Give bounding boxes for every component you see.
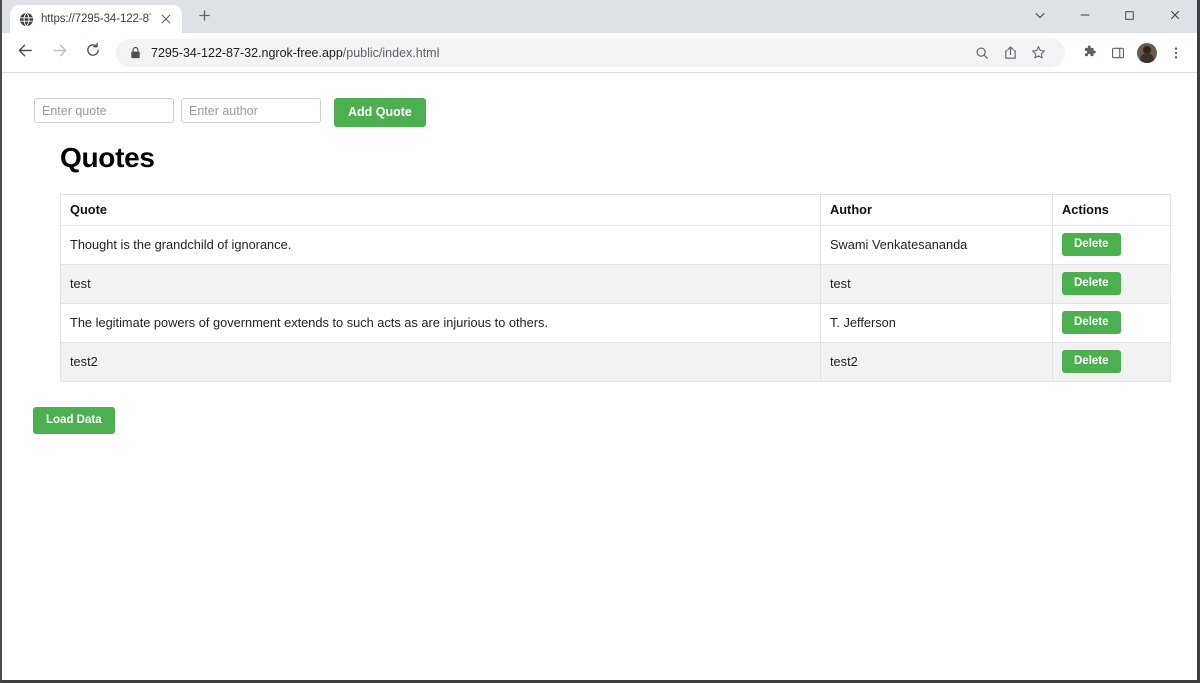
browser-tab[interactable]: https://7295-34-122-87-32.ngrok [10, 5, 182, 33]
table-row: test test Delete [60, 263, 1171, 304]
tab-strip: https://7295-34-122-87-32.ngrok [2, 0, 1197, 33]
browser-toolbar: 7295-34-122-87-32.ngrok-free.app/public/… [2, 33, 1197, 73]
table-body: Thought is the grandchild of ignorance. … [60, 224, 1171, 382]
arrow-right-icon [51, 42, 68, 64]
url-domain: 7295-34-122-87-32.ngrok-free.app [151, 45, 343, 60]
load-data-button[interactable]: Load Data [33, 406, 115, 434]
delete-button[interactable]: Delete [1062, 271, 1121, 296]
column-header-author: Author [820, 193, 1053, 226]
add-quote-button[interactable]: Add Quote [334, 98, 426, 127]
cell-actions: Delete [1052, 263, 1171, 304]
table-header-row: Quote Author Actions [60, 193, 1171, 226]
window-controls [1017, 0, 1197, 33]
page-title: Quotes [60, 141, 155, 173]
tab-search-button[interactable] [1017, 0, 1062, 33]
globe-icon [19, 12, 34, 27]
browser-window: https://7295-34-122-87-32.ngrok [0, 0, 1200, 683]
cell-author: Swami Venkatesananda [820, 224, 1053, 265]
cell-quote: Thought is the grandchild of ignorance. [60, 224, 821, 265]
minimize-icon [1079, 8, 1091, 26]
cell-quote: test [60, 263, 821, 304]
puzzle-icon[interactable] [1076, 40, 1102, 66]
omnibox-actions [969, 40, 1051, 66]
table-row: The legitimate powers of government exte… [60, 302, 1171, 343]
minimize-button[interactable] [1062, 0, 1107, 33]
new-tab-button[interactable] [190, 4, 218, 32]
search-icon[interactable] [969, 40, 995, 66]
table-row: Thought is the grandchild of ignorance. … [60, 224, 1171, 265]
cell-actions: Delete [1052, 341, 1171, 382]
page-content: Add Quote Quotes Quote Author Actions Th… [2, 73, 1197, 680]
lock-icon [129, 46, 142, 59]
add-quote-form: Add Quote [2, 73, 1197, 127]
toolbar-right-actions [1072, 40, 1189, 66]
cell-author: T. Jefferson [820, 302, 1053, 343]
quote-input[interactable] [34, 98, 174, 123]
side-panel-icon[interactable] [1105, 40, 1131, 66]
cell-actions: Delete [1052, 302, 1171, 343]
close-window-button[interactable] [1152, 0, 1197, 33]
back-button[interactable] [10, 38, 40, 68]
arrow-left-icon [17, 42, 34, 64]
delete-button[interactable]: Delete [1062, 232, 1121, 257]
three-dot-menu-icon[interactable] [1163, 40, 1189, 66]
table-head: Quote Author Actions [60, 193, 1171, 226]
column-header-quote: Quote [60, 193, 821, 226]
cell-quote: test2 [60, 341, 821, 382]
maximize-button[interactable] [1107, 0, 1152, 33]
share-icon[interactable] [997, 40, 1023, 66]
cell-author: test2 [820, 341, 1053, 382]
close-icon[interactable] [158, 11, 174, 27]
reload-button[interactable] [78, 38, 108, 68]
maximize-icon [1124, 8, 1135, 26]
cell-author: test [820, 263, 1053, 304]
url-text: 7295-34-122-87-32.ngrok-free.app/public/… [151, 46, 439, 60]
forward-button[interactable] [44, 38, 74, 68]
cell-actions: Delete [1052, 224, 1171, 265]
cell-quote: The legitimate powers of government exte… [60, 302, 821, 343]
close-icon [1169, 8, 1181, 26]
avatar[interactable] [1134, 40, 1160, 66]
quotes-table: Quote Author Actions Thought is the gran… [60, 193, 1171, 382]
table-row: test2 test2 Delete [60, 341, 1171, 382]
reload-icon [85, 42, 101, 63]
author-input[interactable] [181, 98, 321, 123]
address-bar[interactable]: 7295-34-122-87-32.ngrok-free.app/public/… [116, 38, 1065, 67]
column-header-actions: Actions [1052, 193, 1171, 226]
star-icon[interactable] [1025, 40, 1051, 66]
plus-icon [198, 9, 211, 27]
delete-button[interactable]: Delete [1062, 349, 1121, 374]
chevron-down-icon [1034, 8, 1046, 26]
delete-button[interactable]: Delete [1062, 310, 1121, 335]
url-path: /public/index.html [342, 45, 440, 60]
tab-title: https://7295-34-122-87-32.ngrok [41, 13, 151, 25]
